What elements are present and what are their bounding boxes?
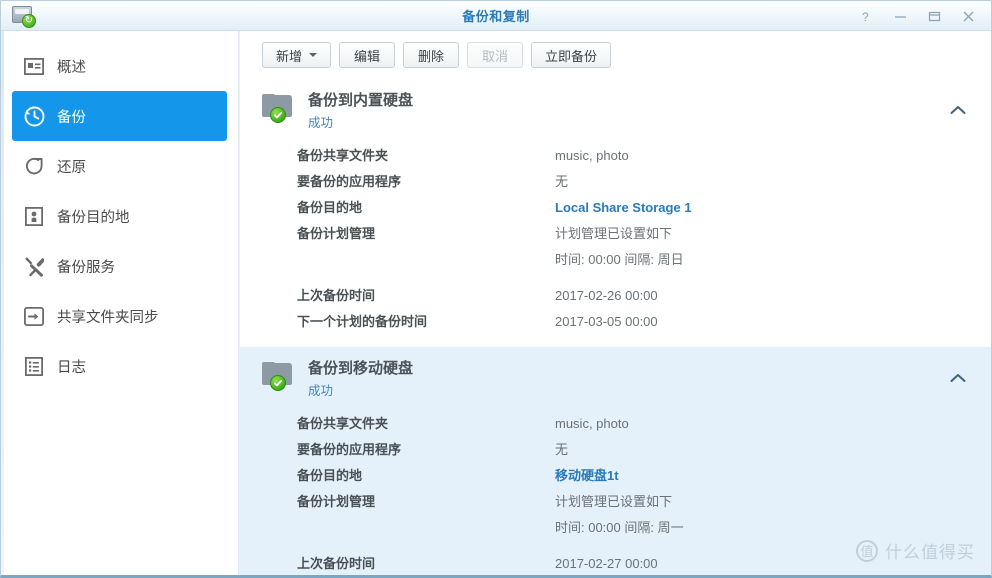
task-title: 备份到移动硬盘 xyxy=(308,360,414,377)
task-header: 备份到内置硬盘 成功 xyxy=(240,89,991,131)
detail-label: 备份共享文件夹 xyxy=(297,416,389,431)
detail-row-destination: 备份目的地 Local Share Storage 1 xyxy=(240,195,991,221)
sidebar-item-services[interactable]: 备份服务 xyxy=(12,241,227,291)
content-panel: 新增 编辑 删除 取消 立即备份 备份到内置硬盘 成功 备份共享文件夹 musi… xyxy=(239,31,991,575)
detail-value: 2017-02-27 00:00 xyxy=(555,556,658,571)
create-button-label: 新增 xyxy=(276,48,303,64)
backup-task-item[interactable]: 备份到移动硬盘 成功 备份共享文件夹 music, photo 要备份的应用程序… xyxy=(240,347,991,575)
task-details: 备份共享文件夹 music, photo 要备份的应用程序 无 备份目的地 移动… xyxy=(240,411,991,575)
schedule-line-2: 时间: 00:00 间隔: 周日 xyxy=(555,252,684,267)
overview-icon xyxy=(23,55,45,77)
detail-value: music, photo xyxy=(555,416,629,431)
status-badge: 成功 xyxy=(308,384,334,398)
log-icon xyxy=(23,355,45,377)
schedule-line-2: 时间: 00:00 间隔: 周一 xyxy=(555,520,684,535)
title-bar: ↻ 备份和复制 ? xyxy=(1,1,991,31)
detail-row-schedule: 备份计划管理 计划管理已设置如下 时间: 00:00 间隔: 周一 xyxy=(240,489,991,541)
backup-now-button[interactable]: 立即备份 xyxy=(531,42,612,68)
minimize-button[interactable] xyxy=(883,2,917,30)
window-title: 备份和复制 xyxy=(462,9,530,24)
delete-button-label: 删除 xyxy=(418,48,445,64)
detail-label: 要备份的应用程序 xyxy=(297,442,402,457)
backup-task-item[interactable]: 备份到内置硬盘 成功 备份共享文件夹 music, photo 要备份的应用程序… xyxy=(240,79,991,347)
task-details: 备份共享文件夹 music, photo 要备份的应用程序 无 备份目的地 Lo… xyxy=(240,143,991,335)
cancel-button-label: 取消 xyxy=(482,48,509,64)
toolbar: 新增 编辑 删除 取消 立即备份 xyxy=(240,31,991,79)
detail-label: 备份目的地 xyxy=(297,200,363,215)
destination-link[interactable]: 移动硬盘1t xyxy=(555,463,619,489)
detail-row-last-backup: 上次备份时间 2017-02-27 00:00 xyxy=(240,551,991,575)
backup-clock-icon xyxy=(23,105,45,127)
sidebar-item-destination[interactable]: 备份目的地 xyxy=(12,191,227,241)
detail-label: 要备份的应用程序 xyxy=(297,174,402,189)
sidebar-item-label: 备份目的地 xyxy=(57,209,130,226)
detail-label: 上次备份时间 xyxy=(297,288,376,303)
chevron-up-icon[interactable] xyxy=(947,367,969,389)
detail-label: 下一个计划的备份时间 xyxy=(297,314,428,329)
help-button[interactable]: ? xyxy=(849,2,883,30)
chevron-up-icon[interactable] xyxy=(947,99,969,121)
backup-task-list: 备份到内置硬盘 成功 备份共享文件夹 music, photo 要备份的应用程序… xyxy=(240,79,991,575)
task-title: 备份到内置硬盘 xyxy=(308,92,414,109)
detail-row-shared-folders: 备份共享文件夹 music, photo xyxy=(240,411,991,437)
detail-label: 备份计划管理 xyxy=(297,226,376,241)
tools-icon xyxy=(23,255,45,277)
svg-text:?: ? xyxy=(862,10,869,23)
sidebar-item-label: 共享文件夹同步 xyxy=(57,309,159,326)
destination-icon xyxy=(23,205,45,227)
edit-button-label: 编辑 xyxy=(354,48,381,64)
sidebar-item-restore[interactable]: 还原 xyxy=(12,141,227,191)
window-controls: ? xyxy=(849,1,985,31)
chevron-down-icon xyxy=(309,53,318,57)
restore-icon xyxy=(23,155,45,177)
detail-row-applications: 要备份的应用程序 无 xyxy=(240,437,991,463)
detail-row-schedule: 备份计划管理 计划管理已设置如下 时间: 00:00 间隔: 周日 xyxy=(240,221,991,273)
sidebar-item-label: 概述 xyxy=(57,59,86,76)
detail-row-applications: 要备份的应用程序 无 xyxy=(240,169,991,195)
detail-label: 备份计划管理 xyxy=(297,494,376,509)
window-body: 概述 备份 还原 备份目的地 备份服务 共享文件夹同步 日志 新增 编辑 删除 … xyxy=(1,31,991,575)
detail-value: 计划管理已设置如下 时间: 00:00 间隔: 周一 xyxy=(555,489,684,541)
detail-row-shared-folders: 备份共享文件夹 music, photo xyxy=(240,143,991,169)
cancel-button: 取消 xyxy=(467,42,524,68)
sync-icon xyxy=(23,305,45,327)
sidebar-item-label: 日志 xyxy=(57,359,86,376)
detail-value: 无 xyxy=(555,442,569,457)
folder-success-icon xyxy=(262,362,296,391)
backup-now-button-label: 立即备份 xyxy=(545,48,598,64)
detail-label: 备份目的地 xyxy=(297,468,363,483)
detail-value: 无 xyxy=(555,174,569,189)
folder-success-icon xyxy=(262,94,296,123)
detail-row-last-backup: 上次备份时间 2017-02-26 00:00 xyxy=(240,283,991,309)
detail-value: 2017-02-26 00:00 xyxy=(555,288,658,303)
sidebar-item-overview[interactable]: 概述 xyxy=(12,41,227,91)
backup-app-icon: ↻ xyxy=(10,4,36,28)
detail-row-destination: 备份目的地 移动硬盘1t xyxy=(240,463,991,489)
edit-button[interactable]: 编辑 xyxy=(339,42,396,68)
create-button[interactable]: 新增 xyxy=(262,42,332,68)
application-window: ↻ 备份和复制 ? 概述 备份 还原 备份目的地 备份服务 共享文件夹同步 日志… xyxy=(0,0,992,578)
sidebar-item-label: 还原 xyxy=(57,159,86,176)
sidebar-item-log[interactable]: 日志 xyxy=(12,341,227,391)
delete-button[interactable]: 删除 xyxy=(403,42,460,68)
detail-value: 2017-03-05 00:00 xyxy=(555,314,658,329)
sidebar-item-label: 备份服务 xyxy=(57,259,115,276)
detail-label: 上次备份时间 xyxy=(297,556,376,571)
maximize-button[interactable] xyxy=(917,2,951,30)
schedule-line-1: 计划管理已设置如下 xyxy=(555,494,673,509)
detail-row-next-backup: 下一个计划的备份时间 2017-03-05 00:00 xyxy=(240,309,991,335)
sidebar: 概述 备份 还原 备份目的地 备份服务 共享文件夹同步 日志 xyxy=(1,31,239,575)
schedule-line-1: 计划管理已设置如下 xyxy=(555,226,673,241)
sidebar-item-label: 备份 xyxy=(57,109,86,126)
task-header: 备份到移动硬盘 成功 xyxy=(240,357,991,399)
detail-label: 备份共享文件夹 xyxy=(297,148,389,163)
detail-value: music, photo xyxy=(555,148,629,163)
destination-link[interactable]: Local Share Storage 1 xyxy=(555,195,692,221)
sidebar-item-shared-folder-sync[interactable]: 共享文件夹同步 xyxy=(12,291,227,341)
sidebar-item-backup[interactable]: 备份 xyxy=(12,91,227,141)
close-button[interactable] xyxy=(951,2,985,30)
status-badge: 成功 xyxy=(308,116,334,130)
detail-value: 计划管理已设置如下 时间: 00:00 间隔: 周日 xyxy=(555,221,684,273)
